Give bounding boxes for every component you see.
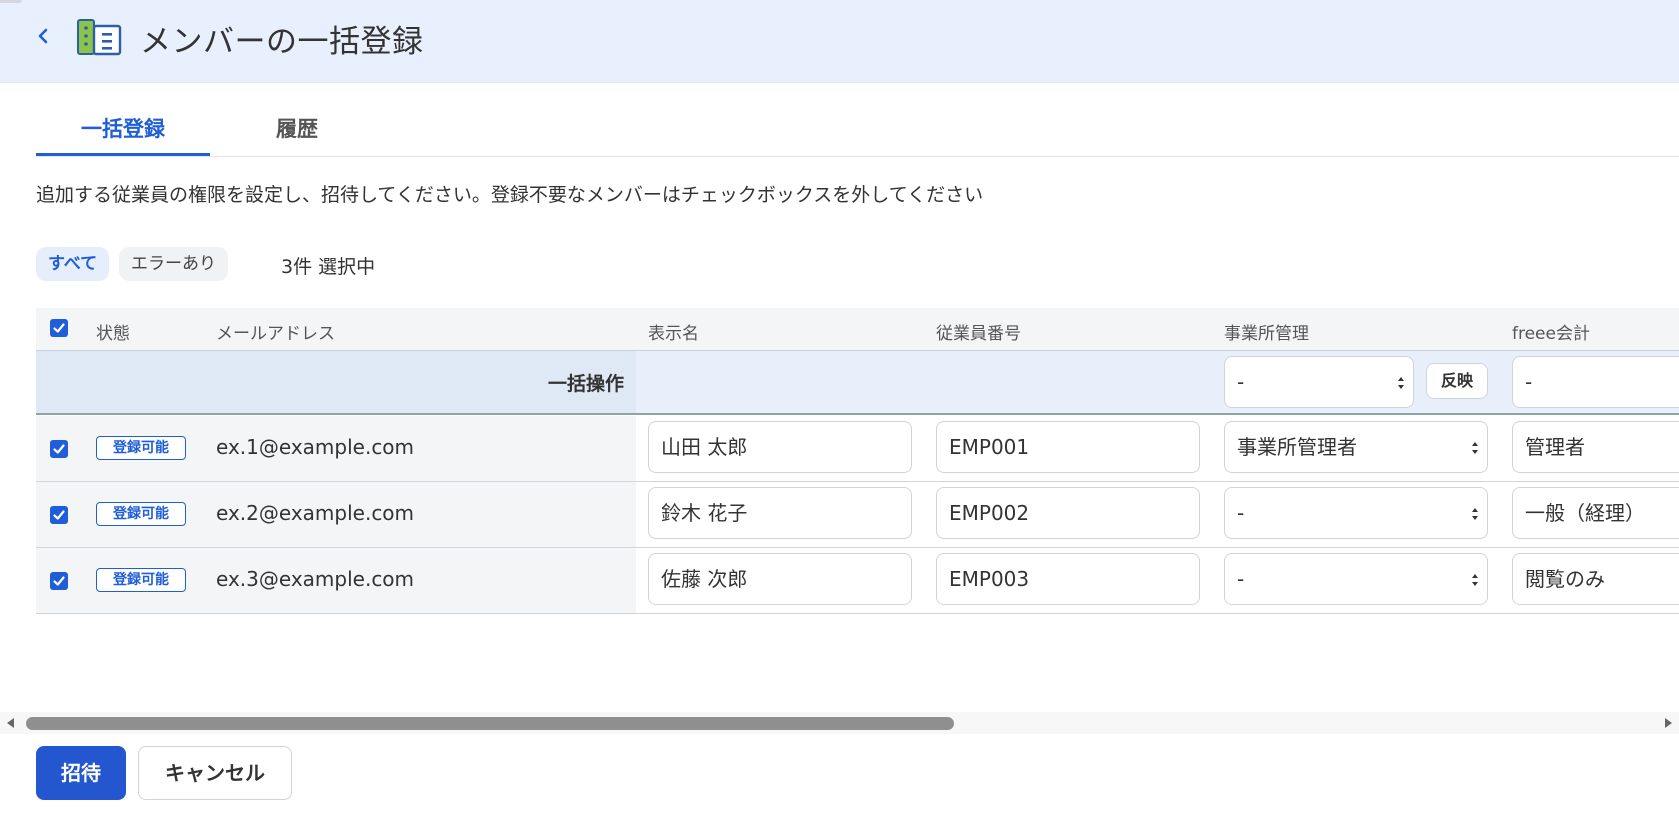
page-title: メンバーの一括登録 <box>140 24 424 60</box>
display-name-input[interactable]: 鈴木 花子 <box>648 487 912 539</box>
employee-number-input[interactable]: EMP002 <box>936 487 1200 539</box>
tab-bulk-register[interactable]: 一括登録 <box>36 104 210 156</box>
back-button[interactable] <box>32 22 56 50</box>
invite-button[interactable]: 招待 <box>36 746 126 800</box>
instruction-text: 追加する従業員の権限を設定し、招待してください。登録不要なメンバーはチェックボッ… <box>36 184 984 206</box>
column-header-employee-number: 従業員番号 <box>936 324 1021 344</box>
table-header-row: 状態 メールアドレス 表示名 従業員番号 事業所管理 freee会計 <box>36 308 1679 351</box>
bulk-apply-button[interactable]: 反映 <box>1426 363 1488 399</box>
accounting-select[interactable]: 閲覧のみ <box>1512 553 1679 605</box>
page-header: メンバーの一括登録 <box>0 0 1679 83</box>
column-header-office-admin: 事業所管理 <box>1224 324 1309 344</box>
column-header-freee-accounting: freee会計 <box>1512 324 1590 344</box>
checkbox-checked-icon <box>53 576 65 586</box>
email-cell: ex.3@example.com <box>216 567 415 591</box>
selected-count: 3件 選択中 <box>281 256 376 278</box>
select-arrows-icon <box>1472 574 1478 586</box>
table-row: 登録可能 ex.2@example.com 鈴木 花子 EMP002 - 一般（… <box>36 482 1679 548</box>
scrollbar-thumb[interactable] <box>26 717 954 730</box>
bulk-accounting-value: - <box>1525 370 1533 394</box>
accounting-select[interactable]: 一般（経理） <box>1512 487 1679 539</box>
office-admin-value: - <box>1237 567 1245 591</box>
bulk-accounting-select[interactable]: - <box>1512 356 1679 408</box>
bulk-office-admin-value: - <box>1237 370 1245 394</box>
select-all-checkbox[interactable] <box>50 319 68 337</box>
window-corner <box>0 0 22 3</box>
filter-all-button[interactable]: すべて <box>36 247 110 281</box>
employee-number-input[interactable]: EMP001 <box>936 421 1200 473</box>
horizontal-scrollbar[interactable] <box>0 712 1679 734</box>
members-table: 状態 メールアドレス 表示名 従業員番号 事業所管理 freee会計 一括操作 … <box>36 308 1679 614</box>
office-admin-value: 事業所管理者 <box>1237 435 1357 459</box>
filter-errors-button[interactable]: エラーあり <box>119 247 228 281</box>
bulk-operation-row: 一括操作 - 反映 - <box>36 351 1679 415</box>
select-arrows-icon <box>1398 377 1404 389</box>
email-cell: ex.1@example.com <box>216 435 415 459</box>
back-chevron-icon <box>38 28 48 44</box>
row-checkbox[interactable] <box>50 506 68 524</box>
accounting-value: 管理者 <box>1525 435 1585 459</box>
accounting-value: 閲覧のみ <box>1525 567 1605 591</box>
column-header-status: 状態 <box>96 324 130 344</box>
office-admin-select[interactable]: - <box>1224 553 1488 605</box>
status-badge: 登録可能 <box>96 502 186 526</box>
column-header-display-name: 表示名 <box>648 324 699 344</box>
office-admin-select[interactable]: - <box>1224 487 1488 539</box>
accounting-value: 一般（経理） <box>1525 501 1645 525</box>
cancel-button[interactable]: キャンセル <box>138 746 292 800</box>
bulk-operation-label: 一括操作 <box>547 373 624 395</box>
column-header-email: メールアドレス <box>216 324 335 344</box>
display-name-input[interactable]: 山田 太郎 <box>648 421 912 473</box>
select-arrows-icon <box>1472 442 1478 454</box>
tab-history[interactable]: 履歴 <box>210 104 384 156</box>
office-building-icon <box>77 19 122 56</box>
tab-bar: 一括登録 履歴 <box>36 104 1679 157</box>
email-cell: ex.2@example.com <box>216 501 415 525</box>
row-checkbox[interactable] <box>50 440 68 458</box>
select-arrows-icon <box>1472 508 1478 520</box>
scroll-left-icon[interactable] <box>4 716 18 730</box>
scroll-right-icon[interactable] <box>1661 716 1675 730</box>
accounting-select[interactable]: 管理者 <box>1512 421 1679 473</box>
row-checkbox[interactable] <box>50 572 68 590</box>
bulk-label-cell: 一括操作 <box>36 351 636 413</box>
checkbox-checked-icon <box>53 323 65 333</box>
display-name-input[interactable]: 佐藤 次郎 <box>648 553 912 605</box>
status-badge: 登録可能 <box>96 568 186 592</box>
status-badge: 登録可能 <box>96 436 186 460</box>
checkbox-checked-icon <box>53 444 65 454</box>
checkbox-checked-icon <box>53 510 65 520</box>
bulk-office-admin-select[interactable]: - <box>1224 356 1414 408</box>
employee-number-input[interactable]: EMP003 <box>936 553 1200 605</box>
table-row: 登録可能 ex.3@example.com 佐藤 次郎 EMP003 - 閲覧の… <box>36 548 1679 614</box>
office-admin-select[interactable]: 事業所管理者 <box>1224 421 1488 473</box>
office-admin-value: - <box>1237 501 1245 525</box>
table-row: 登録可能 ex.1@example.com 山田 太郎 EMP001 事業所管理… <box>36 416 1679 482</box>
